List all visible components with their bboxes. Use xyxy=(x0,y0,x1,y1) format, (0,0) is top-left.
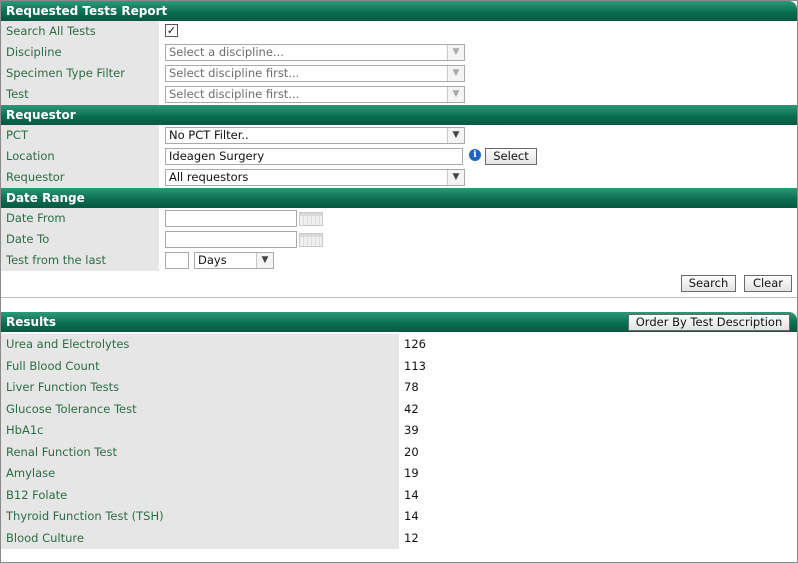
chevron-down-icon[interactable]: ▼ xyxy=(447,87,464,102)
result-count: 14 xyxy=(404,509,419,523)
location-input[interactable]: Ideagen Surgery xyxy=(165,148,463,165)
report-title: Requested Tests Report xyxy=(6,4,168,18)
result-name: Liver Function Tests xyxy=(1,377,399,399)
order-by-button[interactable]: Order By Test Description xyxy=(628,314,790,331)
specimen-row: Specimen Type Filter Select discipline f… xyxy=(1,63,797,84)
result-name: HbA1c xyxy=(1,420,399,442)
date-from-label: Date From xyxy=(1,208,159,229)
result-count: 14 xyxy=(404,487,419,502)
date-to-input[interactable] xyxy=(165,231,297,248)
result-count: 19 xyxy=(404,466,419,480)
list-item: HbA1c 39 xyxy=(1,420,797,442)
test-select[interactable]: Select discipline first... ▼ xyxy=(165,86,465,103)
requestor-label: Requestor xyxy=(1,167,159,188)
chevron-down-icon[interactable]: ▼ xyxy=(256,253,273,268)
requestor-row: Requestor All requestors ▼ xyxy=(1,167,797,188)
date-to-label: Date To xyxy=(1,229,159,250)
location-row: Location Ideagen Surgery i Select xyxy=(1,146,797,167)
chevron-down-icon[interactable]: ▼ xyxy=(447,45,464,60)
date-range-title: Date Range xyxy=(6,191,85,205)
specimen-value: Select discipline first... xyxy=(169,66,300,80)
search-all-row: Search All Tests ✓ xyxy=(1,21,797,42)
test-from-last-row: Test from the last Days ▼ xyxy=(1,250,797,271)
search-all-label: Search All Tests xyxy=(1,21,159,42)
test-from-last-label: Test from the last xyxy=(1,250,159,271)
location-value: Ideagen Surgery xyxy=(169,149,265,163)
results-list: Urea and Electrolytes 126 Full Blood Coun… xyxy=(1,334,797,549)
period-unit-value: Days xyxy=(198,253,227,267)
pct-value: No PCT Filter.. xyxy=(169,128,249,142)
test-label: Test xyxy=(1,84,159,105)
date-from-row: Date From xyxy=(1,208,797,229)
list-item: Renal Function Test 20 xyxy=(1,441,797,463)
test-from-last-input[interactable] xyxy=(165,252,189,269)
section-divider xyxy=(1,297,797,312)
discipline-label: Discipline xyxy=(1,42,159,63)
section-header-requestor: Requestor xyxy=(1,105,797,125)
chevron-down-icon[interactable]: ▼ xyxy=(447,128,464,143)
list-item: Urea and Electrolytes 126 xyxy=(1,334,797,356)
specimen-label: Specimen Type Filter xyxy=(1,63,159,84)
search-all-checkbox[interactable]: ✓ xyxy=(165,24,178,37)
result-count: 39 xyxy=(404,423,419,437)
pct-select[interactable]: No PCT Filter.. ▼ xyxy=(165,127,465,144)
result-count: 42 xyxy=(404,401,419,416)
list-item: Full Blood Count 113 xyxy=(1,355,797,377)
chevron-down-icon[interactable]: ▼ xyxy=(447,66,464,81)
requestor-title: Requestor xyxy=(6,108,76,122)
section-header-results: Results Order By Test Description xyxy=(1,312,797,332)
location-label: Location xyxy=(1,146,159,167)
result-name: Thyroid Function Test (TSH) xyxy=(1,506,399,528)
result-name: Full Blood Count xyxy=(1,355,399,377)
calendar-icon[interactable] xyxy=(299,233,323,247)
list-item: Glucose Tolerance Test 42 xyxy=(1,398,797,420)
requestor-select[interactable]: All requestors ▼ xyxy=(165,169,465,186)
result-count: 20 xyxy=(404,444,419,459)
result-name: Renal Function Test xyxy=(1,441,399,463)
result-count: 126 xyxy=(404,337,426,351)
result-count: 12 xyxy=(404,530,419,545)
requestor-value: All requestors xyxy=(169,170,249,184)
list-item: Blood Culture 12 xyxy=(1,527,797,549)
result-name: Urea and Electrolytes xyxy=(1,334,399,356)
discipline-select[interactable]: Select a discipline... ▼ xyxy=(165,44,465,61)
clear-button[interactable]: Clear xyxy=(744,275,792,292)
result-count: 113 xyxy=(404,358,426,373)
result-count: 78 xyxy=(404,380,419,394)
list-item: Liver Function Tests 78 xyxy=(1,377,797,399)
test-value: Select discipline first... xyxy=(169,87,300,101)
calendar-icon[interactable] xyxy=(299,212,323,226)
discipline-value: Select a discipline... xyxy=(169,45,284,59)
search-actions-row: Search Clear xyxy=(1,271,797,297)
result-name: Amylase xyxy=(1,463,399,485)
specimen-select[interactable]: Select discipline first... ▼ xyxy=(165,65,465,82)
result-name: Blood Culture xyxy=(1,527,399,549)
pct-label: PCT xyxy=(1,125,159,146)
period-unit-select[interactable]: Days ▼ xyxy=(194,252,274,269)
chevron-down-icon[interactable]: ▼ xyxy=(447,170,464,185)
info-icon[interactable]: i xyxy=(469,149,481,161)
list-item: Amylase 19 xyxy=(1,463,797,485)
checkmark-icon: ✓ xyxy=(166,24,177,37)
discipline-row: Discipline Select a discipline... ▼ xyxy=(1,42,797,63)
report-window: Requested Tests Report Search All Tests … xyxy=(0,0,798,563)
date-from-input[interactable] xyxy=(165,210,297,227)
search-button[interactable]: Search xyxy=(681,275,736,292)
section-header-report: Requested Tests Report xyxy=(1,1,797,21)
list-item: B12 Folate 14 xyxy=(1,484,797,506)
test-row: Test Select discipline first... ▼ xyxy=(1,84,797,105)
select-location-button[interactable]: Select xyxy=(485,148,537,165)
list-item: Thyroid Function Test (TSH) 14 xyxy=(1,506,797,528)
date-to-row: Date To xyxy=(1,229,797,250)
results-title: Results xyxy=(6,315,57,329)
section-header-date-range: Date Range xyxy=(1,188,797,208)
pct-row: PCT No PCT Filter.. ▼ xyxy=(1,125,797,146)
result-name: Glucose Tolerance Test xyxy=(1,398,399,420)
result-name: B12 Folate xyxy=(1,484,399,506)
